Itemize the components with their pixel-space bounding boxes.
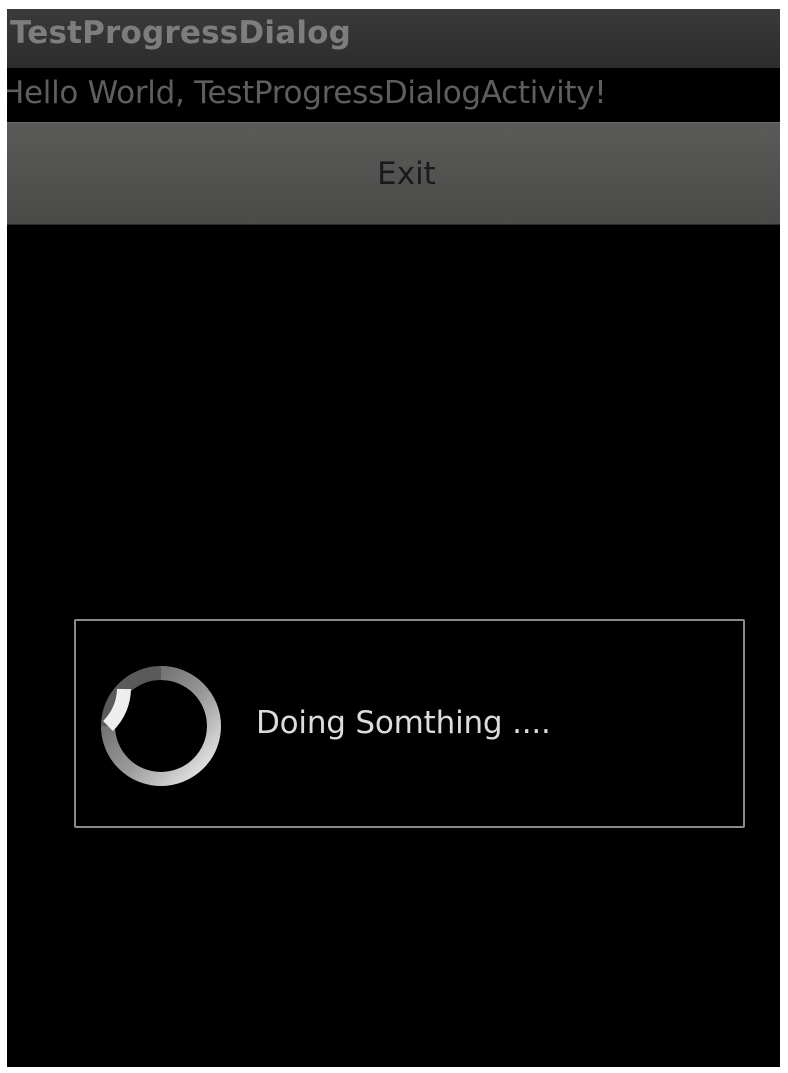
spinner-icon (101, 666, 221, 786)
progress-dialog: Doing Somthing .... (74, 619, 745, 828)
exit-button-label: Exit (377, 155, 436, 192)
hello-text: Hello World, TestProgressDialogActivity! (7, 75, 607, 111)
exit-button[interactable]: Exit (7, 122, 780, 225)
app-title: TestProgressDialog (10, 15, 352, 51)
progress-message: Doing Somthing .... (256, 705, 551, 741)
app-screen: TestProgressDialog Hello World, TestProg… (7, 9, 780, 1067)
title-bar: TestProgressDialog (7, 9, 780, 68)
